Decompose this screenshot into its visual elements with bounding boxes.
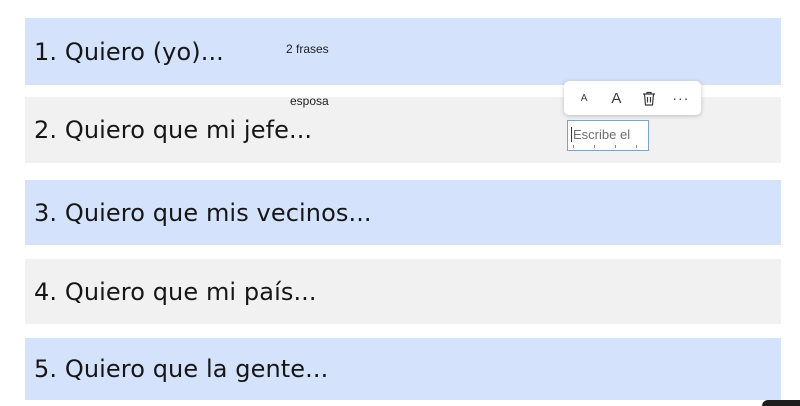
delete-button[interactable] xyxy=(635,84,663,112)
underline-mark xyxy=(636,145,637,148)
underline-mark xyxy=(573,145,574,148)
text-annotation-value: Escribe el xyxy=(573,127,631,142)
sentence-row-5: 5. Quiero que la gente... xyxy=(25,338,781,400)
sentence-row-4: 4. Quiero que mi país... xyxy=(25,259,781,324)
sentence-label: 5. Quiero que la gente... xyxy=(34,355,329,383)
sentence-label: 4. Quiero que mi país... xyxy=(34,277,317,306)
sentence-label: 2. Quiero que mi jefe... xyxy=(34,116,313,144)
underline-mark xyxy=(594,145,595,148)
underline-mark xyxy=(615,145,616,148)
increase-font-size-button[interactable]: A xyxy=(602,84,630,112)
annotation-text[interactable]: 2 frases xyxy=(286,42,329,56)
more-options-button[interactable]: ··· xyxy=(667,84,695,112)
text-format-toolbar: A A ··· xyxy=(564,81,701,115)
corner-handle xyxy=(762,400,800,406)
trash-icon xyxy=(642,91,655,106)
sentence-label: 1. Quiero (yo)... xyxy=(34,37,224,66)
sentence-row-1: 1. Quiero (yo)... xyxy=(25,18,781,85)
decrease-font-size-button[interactable]: A xyxy=(570,84,598,112)
sentence-row-3: 3. Quiero que mis vecinos... xyxy=(25,180,781,245)
annotation-text[interactable]: esposa xyxy=(290,94,329,108)
text-caret xyxy=(571,127,572,142)
sentence-label: 3. Quiero que mis vecinos... xyxy=(34,198,372,227)
text-annotation-input[interactable]: Escribe el xyxy=(567,120,649,151)
